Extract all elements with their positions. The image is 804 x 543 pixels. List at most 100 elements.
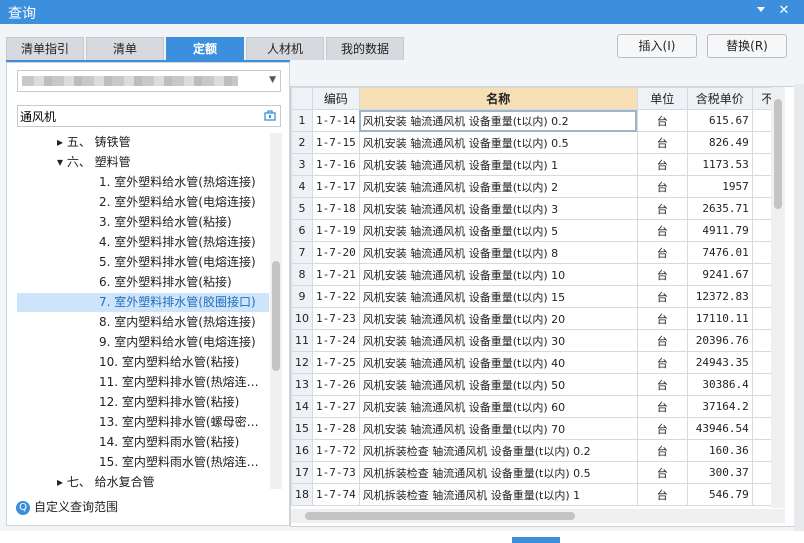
tree-node[interactable]: 3. 室外塑料给水管(粘接) xyxy=(99,213,232,232)
tree-node[interactable]: 9. 室内塑料给水管(电熔连接) xyxy=(99,333,256,352)
tree-node[interactable]: 12. 室内塑料排水管(粘接) xyxy=(99,393,239,412)
row-number-header xyxy=(291,87,313,110)
name-cell: 风机拆装检查 轴流通风机 设备重量(t以内) 0.2 xyxy=(358,439,638,462)
name-cell: 风机安装 轴流通风机 设备重量(t以内) 2 xyxy=(358,175,638,198)
quota-library-select[interactable]: ▼ xyxy=(17,70,281,92)
tree-node[interactable]: 5. 室外塑料排水管(电熔连接) xyxy=(99,253,256,272)
tree-node[interactable]: 4. 室外塑料排水管(热熔连接) xyxy=(99,233,256,252)
tab-quota[interactable]: 定额 xyxy=(166,37,244,60)
price-cell: 37164.2 xyxy=(686,395,753,418)
search-field[interactable] xyxy=(17,105,281,127)
pin-icon[interactable] xyxy=(752,2,770,20)
name-cell: 风机安装 轴流通风机 设备重量(t以内) 1 xyxy=(358,153,638,176)
row-number: 11 xyxy=(291,329,313,352)
table-row[interactable]: 1 1-7-14 风机安装 轴流通风机 设备重量(t以内) 0.2 台 615.67 xyxy=(291,109,783,132)
name-cell: 风机安装 轴流通风机 设备重量(t以内) 70 xyxy=(358,417,638,440)
tree-node-selected[interactable]: 7. 室外塑料排水管(胶圈接口) xyxy=(17,293,269,312)
name-cell: 风机安装 轴流通风机 设备重量(t以内) 5 xyxy=(358,219,638,242)
tree-node[interactable]: 8. 室内塑料给水管(热熔连接) xyxy=(99,313,256,332)
tree-node[interactable]: 6. 室外塑料排水管(粘接) xyxy=(99,273,232,292)
tree-node[interactable]: ▸ 七、 给水复合管 xyxy=(57,473,155,489)
table-row[interactable]: 11 1-7-24 风机安装 轴流通风机 设备重量(t以内) 30 台 20396.76 xyxy=(291,329,783,352)
name-cell: 风机拆装检查 轴流通风机 设备重量(t以内) 1 xyxy=(358,483,638,506)
code-cell: 1-7-73 xyxy=(312,461,360,484)
tree-node[interactable]: 2. 室外塑料给水管(电熔连接) xyxy=(99,193,256,212)
table-row[interactable]: 17 1-7-73 风机拆装检查 轴流通风机 设备重量(t以内) 0.5 台 300.3… xyxy=(291,461,783,484)
tab-labor-material[interactable]: 人材机 xyxy=(246,37,324,60)
scroll-thumb[interactable] xyxy=(305,512,575,520)
price-cell: 20396.76 xyxy=(686,329,753,352)
row-number: 14 xyxy=(291,395,313,418)
table-vertical-scrollbar[interactable] xyxy=(771,87,785,508)
left-panel: ▼ ▸ 五、 铸铁管 ▾ 六、 塑料管 1. 室外塑料给水管(热熔连接) 2. … xyxy=(6,62,290,526)
table-row[interactable]: 12 1-7-25 风机安装 轴流通风机 设备重量(t以内) 40 台 24943.35 xyxy=(291,351,783,374)
custom-query-label: 自定义查询范围 xyxy=(34,500,119,514)
search-input[interactable] xyxy=(20,108,250,124)
unit-cell: 台 xyxy=(636,483,688,506)
replace-button[interactable]: 替换(R) xyxy=(707,34,787,58)
tree-node[interactable]: 1. 室外塑料给水管(热熔连接) xyxy=(99,173,256,192)
price-cell: 12372.83 xyxy=(686,285,753,308)
search-action-icon[interactable] xyxy=(264,109,276,121)
price-cell: 9241.67 xyxy=(686,263,753,286)
name-cell: 风机安装 轴流通风机 设备重量(t以内) 10 xyxy=(358,263,638,286)
table-row[interactable]: 4 1-7-17 风机安装 轴流通风机 设备重量(t以内) 2 台 1957 xyxy=(291,175,783,198)
tab-bill-guide[interactable]: 清单指引 xyxy=(6,37,84,60)
table-row[interactable]: 7 1-7-20 风机安装 轴流通风机 设备重量(t以内) 8 台 7476.01 xyxy=(291,241,783,264)
table-row[interactable]: 9 1-7-22 风机安装 轴流通风机 设备重量(t以内) 15 台 12372.83 xyxy=(291,285,783,308)
table-row[interactable]: 2 1-7-15 风机安装 轴流通风机 设备重量(t以内) 0.5 台 826.49 xyxy=(291,131,783,154)
tab-my-data[interactable]: 我的数据 xyxy=(326,37,404,60)
table-row[interactable]: 6 1-7-19 风机安装 轴流通风机 设备重量(t以内) 5 台 4911.79 xyxy=(291,219,783,242)
custom-query-range[interactable]: Q 自定义查询范围 xyxy=(16,498,118,518)
insert-button[interactable]: 插入(I) xyxy=(617,34,697,58)
name-cell: 风机安装 轴流通风机 设备重量(t以内) 8 xyxy=(358,241,638,264)
tree-node[interactable]: 15. 室内塑料雨水管(热熔连… xyxy=(99,453,259,472)
code-cell: 1-7-16 xyxy=(312,153,360,176)
unit-cell: 台 xyxy=(636,175,688,198)
tab-bill[interactable]: 清单 xyxy=(86,37,164,60)
tree-node[interactable]: 13. 室内塑料排水管(螺母密… xyxy=(99,413,259,432)
table-row[interactable]: 15 1-7-28 风机安装 轴流通风机 设备重量(t以内) 70 台 43946.54 xyxy=(291,417,783,440)
unit-cell: 台 xyxy=(636,219,688,242)
row-number: 15 xyxy=(291,417,313,440)
table-row[interactable]: 3 1-7-16 风机安装 轴流通风机 设备重量(t以内) 1 台 1173.53 xyxy=(291,153,783,176)
tree-node[interactable]: ▾ 六、 塑料管 xyxy=(57,153,131,172)
unit-cell: 台 xyxy=(636,439,688,462)
tree-node[interactable]: 11. 室内塑料排水管(热熔连… xyxy=(99,373,259,392)
scroll-thumb[interactable] xyxy=(272,261,280,371)
name-header[interactable]: 名称 xyxy=(358,87,638,110)
tree-node[interactable]: 10. 室内塑料给水管(粘接) xyxy=(99,353,239,372)
scroll-thumb[interactable] xyxy=(774,99,782,209)
table-row[interactable]: 8 1-7-21 风机安装 轴流通风机 设备重量(t以内) 10 台 9241.67 xyxy=(291,263,783,286)
price-cell: 615.67 xyxy=(686,109,753,132)
chevron-down-icon[interactable]: ▼ xyxy=(269,75,276,85)
table-row[interactable]: 13 1-7-26 风机安装 轴流通风机 设备重量(t以内) 50 台 30386.4 xyxy=(291,373,783,396)
tree-node[interactable]: 14. 室内塑料雨水管(粘接) xyxy=(99,433,239,452)
code-header[interactable]: 编码 xyxy=(312,87,360,110)
splitter-handle[interactable] xyxy=(512,537,560,543)
unit-header[interactable]: 单位 xyxy=(636,87,688,110)
price-header[interactable]: 含税单价 xyxy=(686,87,753,110)
row-number: 4 xyxy=(291,175,313,198)
table-row[interactable]: 14 1-7-27 风机安装 轴流通风机 设备重量(t以内) 60 台 37164.2 xyxy=(291,395,783,418)
code-cell: 1-7-23 xyxy=(312,307,360,330)
table-row[interactable]: 16 1-7-72 风机拆装检查 轴流通风机 设备重量(t以内) 0.2 台 160.3… xyxy=(291,439,783,462)
tree-scrollbar[interactable] xyxy=(270,133,282,489)
unit-cell: 台 xyxy=(636,461,688,484)
row-number: 6 xyxy=(291,219,313,242)
code-cell: 1-7-28 xyxy=(312,417,360,440)
table-row[interactable]: 18 1-7-74 风机拆装检查 轴流通风机 设备重量(t以内) 1 台 546.79 xyxy=(291,483,783,506)
table-horizontal-scrollbar[interactable] xyxy=(291,509,785,523)
row-number: 3 xyxy=(291,153,313,176)
code-cell: 1-7-19 xyxy=(312,219,360,242)
unit-cell: 台 xyxy=(636,263,688,286)
table-row[interactable]: 5 1-7-18 风机安装 轴流通风机 设备重量(t以内) 3 台 2635.71 xyxy=(291,197,783,220)
row-number: 18 xyxy=(291,483,313,506)
name-cell: 风机安装 轴流通风机 设备重量(t以内) 20 xyxy=(358,307,638,330)
blurred-library-name xyxy=(22,76,238,86)
tree-node[interactable]: ▸ 五、 铸铁管 xyxy=(57,133,131,152)
category-tree: ▸ 五、 铸铁管 ▾ 六、 塑料管 1. 室外塑料给水管(热熔连接) 2. 室外… xyxy=(7,133,269,489)
price-cell: 2635.71 xyxy=(686,197,753,220)
close-icon[interactable]: ✕ xyxy=(775,2,793,20)
table-row[interactable]: 10 1-7-23 风机安装 轴流通风机 设备重量(t以内) 20 台 17110.11 xyxy=(291,307,783,330)
